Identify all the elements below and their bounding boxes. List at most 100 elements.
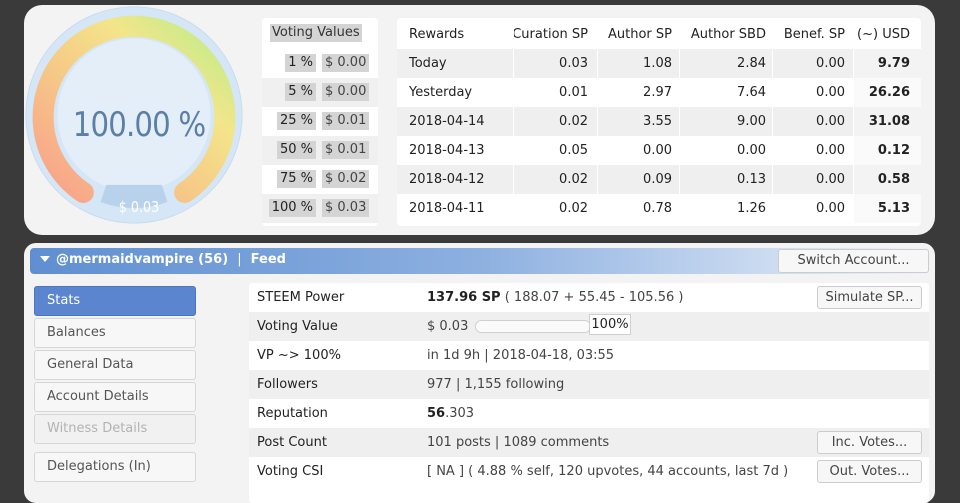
usd-total: 31.08: [868, 114, 910, 129]
curation-sp: 0.03: [559, 56, 588, 71]
reward-period: 2018-04-12: [409, 172, 485, 187]
author-sp: 1.08: [643, 56, 672, 71]
nav-item-witness-details: Witness Details: [34, 414, 196, 444]
stat-row-voting-csi: Voting CSI [ NA ] ( 4.88 % self, 120 upv…: [249, 457, 929, 486]
voting-values-row: 1 % $ 0.00: [262, 49, 378, 78]
col-header-usd: (~) USD: [857, 27, 910, 42]
nav-item-general-data[interactable]: General Data: [34, 350, 196, 380]
rewards-header-row: Rewards Curation SP Author SP Author SBD…: [397, 20, 921, 49]
table-row: Yesterday 0.01 2.97 7.64 0.00 26.26: [397, 78, 921, 107]
curation-sp: 0.05: [559, 143, 588, 158]
curation-sp: 0.02: [559, 172, 588, 187]
vote-percent: 5 %: [285, 83, 316, 101]
author-sbd: 0.00: [737, 143, 766, 158]
nav-item-balances[interactable]: Balances: [34, 318, 196, 348]
table-row: 2018-04-11 0.02 0.78 1.26 0.00 5.13: [397, 194, 921, 223]
benef-sp: 0.00: [816, 172, 845, 187]
switch-account-button[interactable]: Switch Account...: [778, 249, 929, 273]
curation-sp: 0.02: [559, 114, 588, 129]
nav-item-account-details[interactable]: Account Details: [34, 382, 196, 412]
stat-label: Post Count: [257, 435, 327, 450]
stat-row-reputation: Reputation 56.303: [249, 399, 929, 428]
stat-value: $ 0.03: [427, 319, 469, 334]
vote-usd: $ 0.01: [322, 141, 370, 159]
usd-total: 5.13: [877, 201, 910, 216]
vote-percent: 100 %: [268, 199, 316, 217]
stat-row-followers: Followers 977 | 1,155 following: [249, 370, 929, 399]
col-header-benef-sp: Benef. SP: [783, 27, 845, 42]
steem-power-total: 137.96 SP: [427, 290, 501, 305]
nav-item-stats[interactable]: Stats: [34, 286, 196, 316]
benef-sp: 0.00: [816, 85, 845, 100]
stat-label: VP ~> 100%: [257, 348, 341, 363]
stat-value: 101 posts | 1089 comments: [427, 435, 610, 450]
benef-sp: 0.00: [816, 56, 845, 71]
author-sbd: 2.84: [737, 56, 766, 71]
inc-votes-button[interactable]: Inc. Votes...: [817, 431, 922, 454]
table-row: 2018-04-14 0.02 3.55 9.00 0.00 31.08: [397, 107, 921, 136]
voting-values-row: 75 % $ 0.02: [262, 165, 378, 194]
col-header-author-sp: Author SP: [608, 27, 672, 42]
voting-power-percent: 100.00 %: [72, 105, 206, 145]
voting-values-table: Voting Values 1 % $ 0.00 5 % $ 0.00 25 %…: [262, 18, 378, 226]
reward-period: 2018-04-11: [409, 201, 485, 216]
reward-period: Today: [409, 56, 447, 71]
author-sp: 0.09: [643, 172, 672, 187]
simulate-sp-button[interactable]: Simulate SP...: [817, 286, 922, 309]
vote-percent: 75 %: [276, 170, 316, 188]
voting-weight-percent[interactable]: 100%: [589, 314, 631, 335]
vote-usd: $ 0.01: [322, 112, 370, 130]
voting-values-row: 100 % $ 0.03: [262, 194, 378, 223]
reward-period: 2018-04-14: [409, 114, 485, 129]
table-row: Today 0.03 1.08 2.84 0.00 9.79: [397, 49, 921, 78]
vote-percent: 50 %: [276, 141, 316, 159]
account-name: @mermaidvampire (56): [56, 252, 229, 267]
stat-row-steem-power: STEEM Power 137.96 SP ( 188.07 + 55.45 -…: [249, 283, 929, 312]
vote-usd: $ 0.00: [322, 83, 370, 101]
col-header-curation-sp: Curation SP: [512, 27, 588, 42]
rewards-table: Rewards Curation SP Author SP Author SBD…: [397, 18, 921, 226]
account-title[interactable]: @mermaidvampire (56) | Feed: [40, 252, 286, 267]
author-sbd: 1.26: [737, 201, 766, 216]
author-sbd: 9.00: [737, 114, 766, 129]
vote-usd: $ 0.02: [322, 170, 370, 188]
vote-percent: 1 %: [285, 54, 316, 72]
table-row: 2018-04-13 0.05 0.00 0.00 0.00 0.12: [397, 136, 921, 165]
vote-usd: $ 0.03: [322, 199, 370, 217]
vote-percent: 25 %: [276, 112, 316, 130]
col-header-author-sbd: Author SBD: [690, 27, 766, 42]
vp-summary-panel: 100.00 % $ 0.03 Voting Values 1 % $ 0.00…: [24, 5, 935, 235]
stat-row-voting-value: Voting Value $ 0.03 100%: [249, 312, 929, 341]
section-name: Feed: [250, 252, 286, 267]
author-sp: 2.97: [643, 85, 672, 100]
author-sp: 3.55: [643, 114, 672, 129]
out-votes-button[interactable]: Out. Votes...: [817, 460, 922, 483]
title-separator: |: [237, 252, 242, 267]
stats-table: STEEM Power 137.96 SP ( 188.07 + 55.45 -…: [249, 283, 929, 503]
reward-period: Yesterday: [409, 85, 473, 100]
reputation-decimal: .303: [445, 406, 475, 421]
voting-weight-slider[interactable]: [475, 320, 591, 333]
usd-total: 26.26: [868, 85, 910, 100]
stat-value: 56.303: [427, 406, 474, 421]
stat-label: Followers: [257, 377, 318, 392]
stat-value: [ NA ] ( 4.88 % self, 120 upvotes, 44 ac…: [427, 464, 789, 479]
vote-value-usd: $ 0.03: [118, 198, 160, 216]
stat-label: Reputation: [257, 406, 328, 421]
author-sbd: 0.13: [737, 172, 766, 187]
stat-label: Voting Value: [257, 319, 338, 334]
voting-values-row: 5 % $ 0.00: [262, 78, 378, 107]
usd-total: 0.12: [877, 143, 910, 158]
voting-values-row: 50 % $ 0.01: [262, 136, 378, 165]
voting-values-header: Voting Values: [270, 24, 362, 42]
curation-sp: 0.01: [559, 85, 588, 100]
author-sbd: 7.64: [737, 85, 766, 100]
col-header-rewards: Rewards: [409, 27, 465, 42]
vote-usd: $ 0.00: [322, 54, 370, 72]
caret-down-icon: [40, 256, 50, 262]
stat-value: 977 | 1,155 following: [427, 377, 565, 392]
nav-item-delegations-in[interactable]: Delegations (In): [34, 452, 196, 482]
usd-total: 9.79: [877, 56, 910, 71]
stat-value: 137.96 SP ( 188.07 + 55.45 - 105.56 ): [427, 290, 683, 305]
stat-row-vp: VP ~> 100% in 1d 9h | 2018-04-18, 03:55: [249, 341, 929, 370]
